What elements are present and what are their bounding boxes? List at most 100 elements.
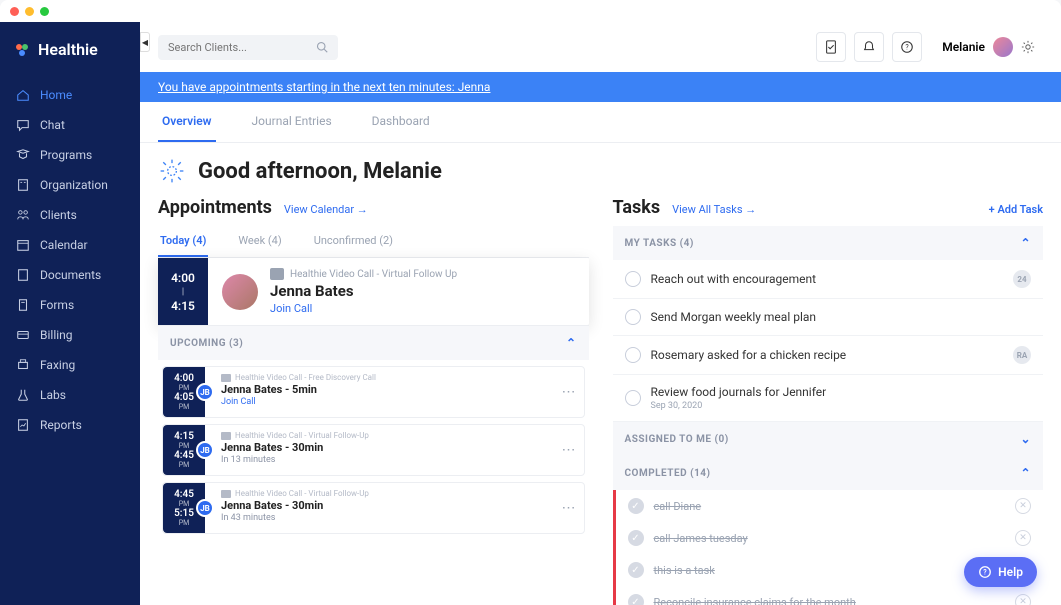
chevron-up-icon[interactable]: ⌃ xyxy=(1020,236,1031,250)
search-input[interactable] xyxy=(168,41,316,54)
appt-time: 4:00PM4:05PMJB xyxy=(163,367,205,417)
check-icon: ✓ xyxy=(628,498,644,514)
task-text: call James tuesday xyxy=(654,532,1006,545)
sidebar-collapse[interactable]: ◀ xyxy=(140,32,150,52)
sidebar-item-chat[interactable]: Chat xyxy=(6,111,134,139)
appt-client-name: Jenna Bates xyxy=(270,282,457,300)
help-icon: ? xyxy=(978,565,992,579)
completed-tasks-header[interactable]: COMPLETED (14) ⌃ xyxy=(613,456,1044,490)
sidebar-item-labs[interactable]: Labs xyxy=(6,381,134,409)
sidebar-item-documents[interactable]: Documents xyxy=(6,261,134,289)
alert-banner[interactable]: You have appointments starting in the ne… xyxy=(140,72,1061,102)
upcoming-appointment[interactable]: 4:00PM4:05PMJB Healthie Video Call - Free… xyxy=(162,366,585,418)
appointments-title: Appointments xyxy=(158,197,272,218)
my-tasks-list: Reach out with encouragement24Send Morga… xyxy=(613,260,1044,422)
maximize-window[interactable] xyxy=(40,7,49,16)
client-initials: JB xyxy=(196,441,214,459)
logo-icon xyxy=(14,42,30,58)
subtab[interactable]: Week (4) xyxy=(236,226,283,257)
delete-task[interactable]: ✕ xyxy=(1015,530,1031,546)
task-checkbox[interactable] xyxy=(625,347,641,363)
view-tasks-link[interactable]: View All Tasks → xyxy=(672,203,756,216)
upcoming-appointment[interactable]: 4:15PM4:45PMJBHealthie Video Call - Virt… xyxy=(162,424,585,476)
task-checkbox[interactable] xyxy=(625,309,641,325)
delete-task[interactable]: ✕ xyxy=(1015,594,1031,605)
tasks-title: Tasks xyxy=(613,197,661,218)
subtab[interactable]: Unconfirmed (2) xyxy=(312,226,395,257)
current-appt-time: 4:00 | 4:15 xyxy=(158,258,208,325)
add-task-button[interactable]: + Add Task xyxy=(989,203,1043,216)
search-box[interactable] xyxy=(158,35,338,60)
sidebar-item-calendar[interactable]: Calendar xyxy=(6,231,134,259)
sidebar-item-organization[interactable]: Organization xyxy=(6,171,134,199)
task-item[interactable]: Send Morgan weekly meal plan xyxy=(613,299,1044,336)
nav-label: Chat xyxy=(40,118,65,132)
sidebar-item-forms[interactable]: Forms xyxy=(6,291,134,319)
brand-logo: Healthie xyxy=(0,22,140,81)
nav-label: Documents xyxy=(40,268,101,282)
notifications-button[interactable] xyxy=(854,32,884,62)
task-text: Review food journals for JenniferSep 30,… xyxy=(651,385,1032,411)
subtab[interactable]: Today (4) xyxy=(158,226,208,257)
task-checkbox[interactable] xyxy=(625,271,641,287)
more-button[interactable]: ⋯ xyxy=(554,367,584,417)
sidebar-item-programs[interactable]: Programs xyxy=(6,141,134,169)
tab-journal-entries[interactable]: Journal Entries xyxy=(248,102,336,142)
appt-type: Healthie Video Call - Free Discovery Cal… xyxy=(235,373,376,382)
help-button[interactable]: ? xyxy=(892,32,922,62)
org-icon xyxy=(16,178,30,192)
sidebar: ◀ Healthie HomeChatProgramsOrganizationC… xyxy=(0,22,140,605)
appt-sub: In 43 minutes xyxy=(221,513,544,523)
nav: Home Chat Programs Organization Clients Calen… xyxy=(0,81,140,439)
chevron-up-icon[interactable]: ⌃ xyxy=(566,336,577,350)
task-checkbox[interactable] xyxy=(625,390,641,406)
nav-label: Organization xyxy=(40,178,108,192)
sidebar-item-reports[interactable]: Reports xyxy=(6,411,134,439)
brand-name: Healthie xyxy=(38,40,98,59)
checklist-button[interactable] xyxy=(816,32,846,62)
upcoming-list: 4:00PM4:05PMJB Healthie Video Call - Free… xyxy=(158,360,589,540)
completed-task: ✓call James tuesday✕ xyxy=(613,522,1044,554)
close-window[interactable] xyxy=(10,7,19,16)
join-call-link[interactable]: Join Call xyxy=(270,302,457,315)
labs-icon xyxy=(16,388,30,402)
assigned-tasks-header[interactable]: ASSIGNED TO ME (0) ⌄ xyxy=(613,422,1044,456)
sidebar-item-clients[interactable]: Clients xyxy=(6,201,134,229)
more-button[interactable]: ⋯ xyxy=(554,483,584,533)
video-icon xyxy=(221,432,231,440)
sidebar-item-faxing[interactable]: Faxing xyxy=(6,351,134,379)
chevron-down-icon[interactable]: ⌄ xyxy=(1020,432,1031,446)
user-menu[interactable]: Melanie xyxy=(934,33,1043,61)
appt-type: Healthie Video Call - Virtual Follow-Up xyxy=(235,431,369,440)
task-item[interactable]: Review food journals for JenniferSep 30,… xyxy=(613,375,1044,422)
appt-sub[interactable]: Join Call xyxy=(221,397,544,407)
check-icon: ✓ xyxy=(628,594,644,605)
task-text: call Diane xyxy=(654,500,1006,513)
nav-label: Forms xyxy=(40,298,74,312)
task-item[interactable]: Rosemary asked for a chicken recipeRA xyxy=(613,336,1044,375)
help-fab[interactable]: ? Help xyxy=(964,557,1037,587)
reports-icon xyxy=(16,418,30,432)
appt-type: Healthie Video Call - Virtual Follow-Up xyxy=(235,489,369,498)
gear-icon[interactable] xyxy=(1021,40,1035,54)
window-titlebar xyxy=(0,0,1061,22)
chevron-up-icon[interactable]: ⌃ xyxy=(1020,466,1031,480)
svg-text:?: ? xyxy=(983,569,987,577)
view-calendar-link[interactable]: View Calendar → xyxy=(284,203,368,216)
delete-task[interactable]: ✕ xyxy=(1015,498,1031,514)
task-text: Reconcile insurance claims for the month xyxy=(654,596,1006,605)
current-appointment[interactable]: 4:00 | 4:15 Healthie Video Call - Virtua… xyxy=(158,258,589,325)
minimize-window[interactable] xyxy=(25,7,34,16)
upcoming-header[interactable]: UPCOMING (3) ⌃ xyxy=(158,325,589,360)
clients-icon xyxy=(16,208,30,222)
completed-task: ✓ call Diane ✕ xyxy=(613,490,1044,522)
nav-label: Clients xyxy=(40,208,77,222)
tab-dashboard[interactable]: Dashboard xyxy=(368,102,434,142)
more-button[interactable]: ⋯ xyxy=(554,425,584,475)
tab-overview[interactable]: Overview xyxy=(158,102,216,142)
my-tasks-header[interactable]: MY TASKS (4) ⌃ xyxy=(613,226,1044,260)
sidebar-item-billing[interactable]: Billing xyxy=(6,321,134,349)
upcoming-appointment[interactable]: 4:45PM5:15PMJBHealthie Video Call - Virt… xyxy=(162,482,585,534)
task-item[interactable]: Reach out with encouragement24 xyxy=(613,260,1044,299)
sidebar-item-home[interactable]: Home xyxy=(6,81,134,109)
